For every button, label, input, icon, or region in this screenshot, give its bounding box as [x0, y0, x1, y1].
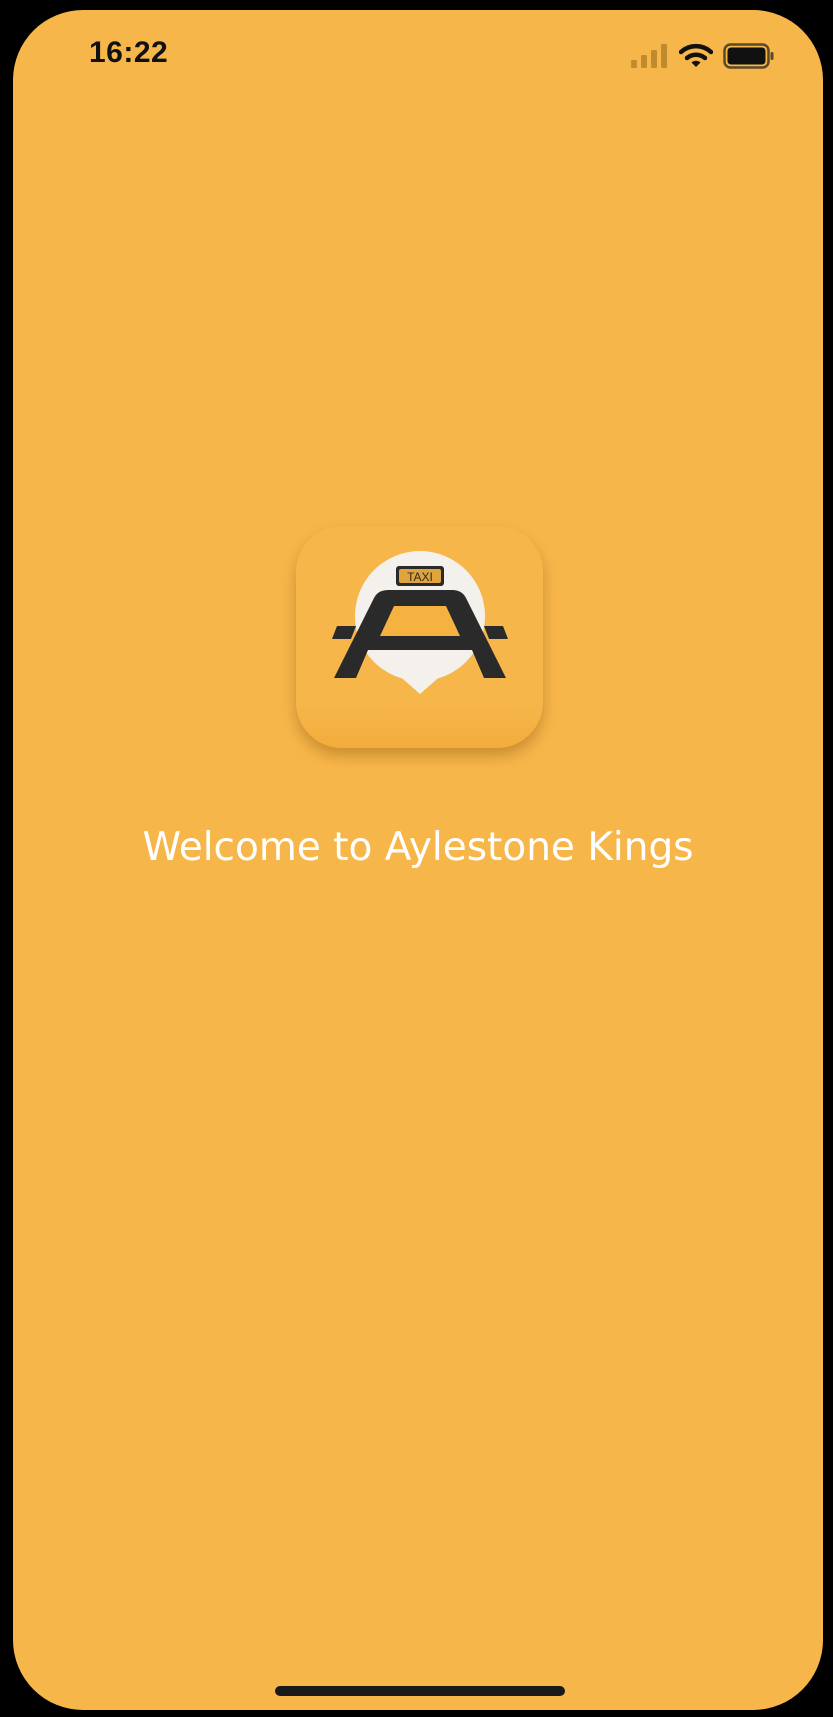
status-bar: 16:22 — [13, 10, 823, 100]
home-indicator[interactable] — [275, 1686, 565, 1696]
status-icons — [631, 40, 775, 72]
wifi-icon — [679, 43, 713, 67]
taxi-sign-text: TAXI — [407, 570, 433, 584]
status-time: 16:22 — [89, 36, 169, 69]
welcome-message: Welcome to Aylestone Kings — [142, 825, 694, 870]
splash-screen: 16:22 TAXI Welcome to Aylestone Kings — [13, 10, 823, 1710]
battery-icon — [723, 43, 774, 69]
app-logo: TAXI — [296, 526, 543, 748]
taxi-logo-icon: TAXI — [332, 551, 508, 694]
signal-icon — [631, 44, 667, 68]
